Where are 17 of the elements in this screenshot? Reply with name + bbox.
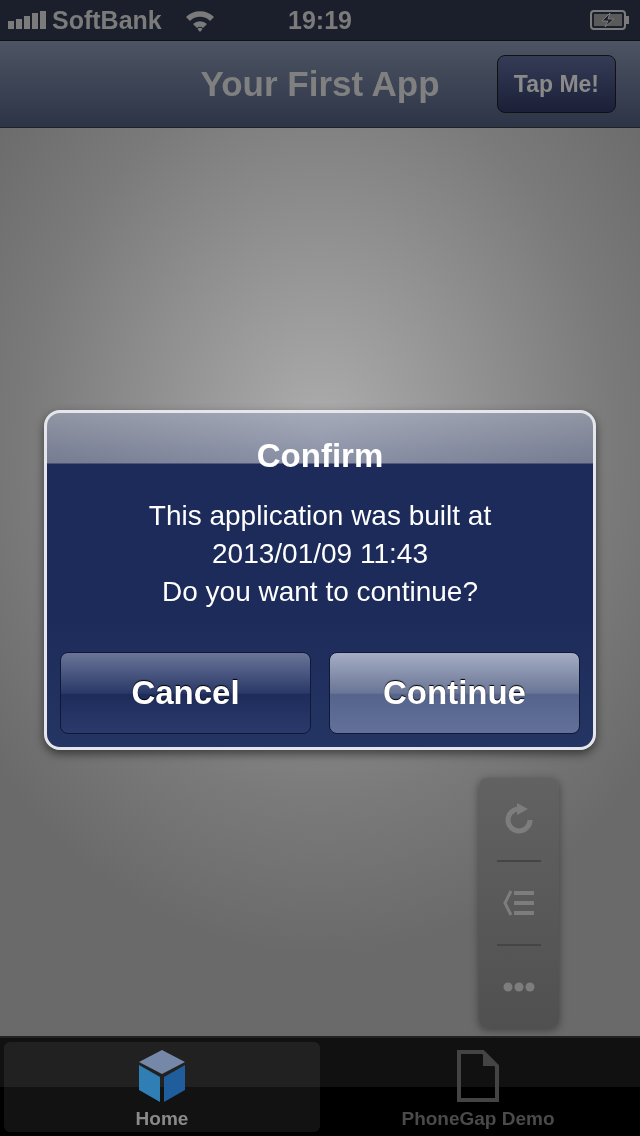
nav-title: Your First App (200, 64, 440, 104)
tap-me-button[interactable]: Tap Me! (496, 55, 616, 113)
continue-button[interactable]: Continue (329, 652, 580, 734)
cancel-button[interactable]: Cancel (60, 652, 311, 734)
reload-icon[interactable] (504, 803, 534, 835)
more-icon[interactable] (503, 982, 535, 992)
carrier-name: SoftBank (52, 5, 162, 35)
dialog-message-line: This application was built at (148, 499, 492, 533)
signal-icon (8, 11, 46, 29)
battery-charging-icon (590, 10, 630, 30)
back-list-icon[interactable] (503, 889, 535, 917)
dialog-message-line: 2013/01/09 11:43 (212, 537, 428, 571)
cube-icon (139, 1050, 185, 1102)
document-icon (457, 1050, 499, 1102)
clock-time: 19:19 (288, 5, 352, 35)
tab-item[interactable]: Home (4, 1042, 320, 1132)
dialog-message-line: Do you want to continue? (162, 575, 478, 609)
